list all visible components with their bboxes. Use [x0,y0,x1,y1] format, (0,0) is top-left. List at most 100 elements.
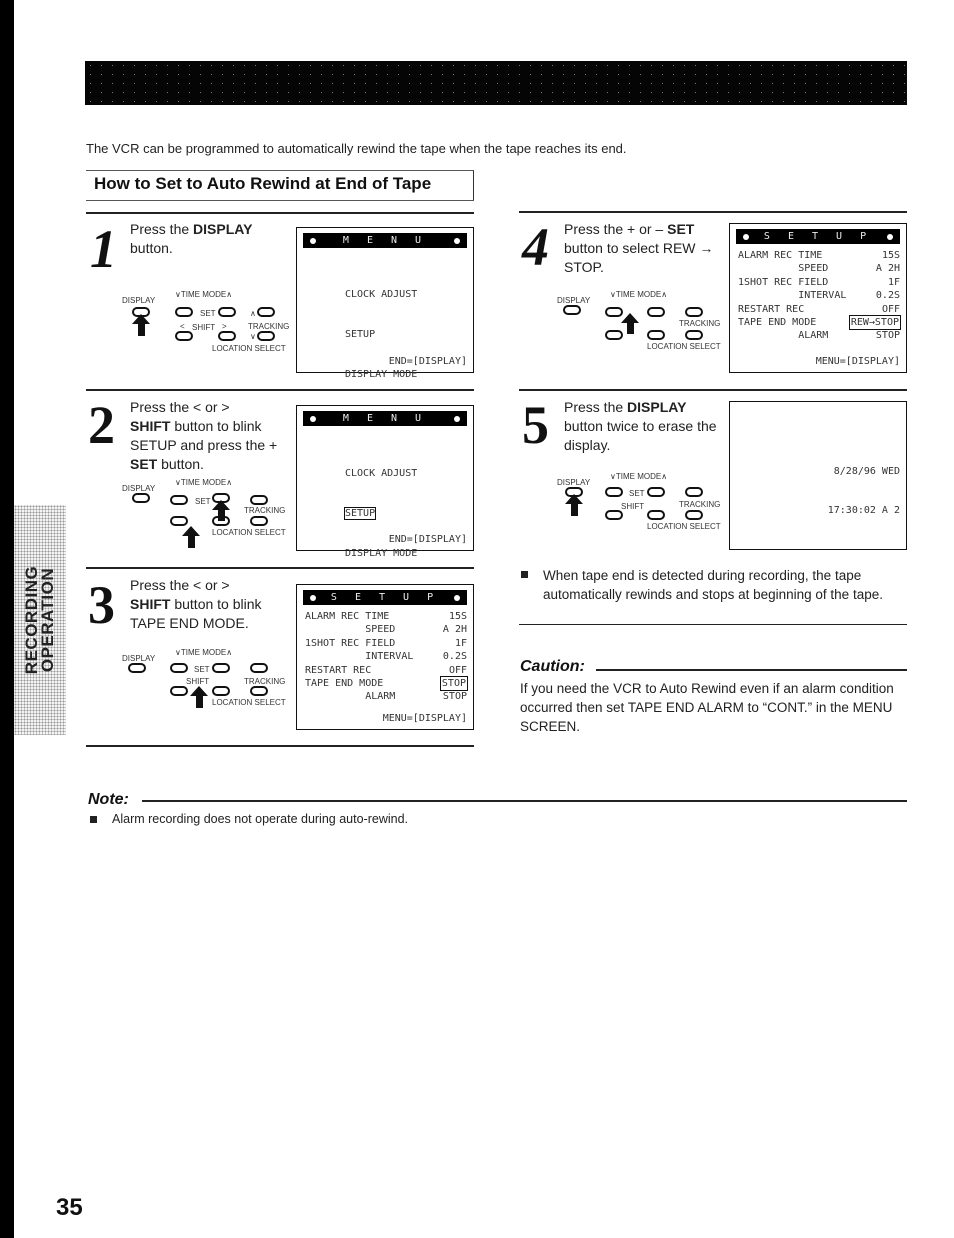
shift-left-button[interactable] [175,331,193,341]
setting-row: ALARM STOP [305,690,467,703]
text: Press the < or > [130,577,230,593]
setting-row: RESTART REC OFF [738,303,900,316]
shift-left-button[interactable] [605,510,623,520]
setup-screen: S E T U P ALARM REC TIME 15S SPEED A 2H 1S… [729,223,907,373]
setting-label: SPEED [305,624,396,636]
osd-footer: END=[DISPLAY] [388,356,467,367]
setting-row: 1SHOT REC FIELD 1F [738,276,900,289]
setting-row: ALARM STOP [738,329,900,342]
tracking-up-button[interactable] [250,495,268,505]
dot-icon [310,415,316,422]
display-label: DISPLAY [122,484,156,493]
display-label: DISPLAY [122,654,156,663]
tracking-down-button[interactable] [250,686,268,696]
setting-label: SPEED [738,263,829,275]
tracking-down-button[interactable] [685,510,703,520]
shift-right-button[interactable] [647,510,665,520]
shift-left-button[interactable] [170,686,188,696]
tracking-up-button[interactable] [685,307,703,317]
section-title: How to Set to Auto Rewind at End of Tape [86,170,474,200]
shift-label: SHIFT [186,677,210,686]
dot-icon [454,594,460,601]
display-label: DISPLAY [557,296,591,305]
step-number: 4 [522,217,549,277]
remote-control-diagram: DISPLAY ∨TIME MODE∧ SET TRACKING LOCATIO… [120,478,295,548]
osd-footer: MENU=[DISPLAY] [382,713,467,724]
text-bold: DISPLAY [627,399,687,415]
step-number: 1 [90,219,117,279]
shift-right-button[interactable] [212,686,230,696]
minus-set-button[interactable] [605,487,623,497]
info-bullet: When tape end is detected during recordi… [521,566,911,604]
plus-set-button[interactable] [647,487,665,497]
note-heading: Note: [88,791,129,808]
text: STOP. [564,259,604,275]
plus-set-button[interactable] [212,663,230,673]
press-arrow-stem [196,696,203,708]
shift-right-button[interactable] [647,330,665,340]
step-instruction: Press the < or > SHIFT button to blink SET… [130,398,310,474]
text: Press the [564,399,628,415]
display-button[interactable] [128,663,146,673]
osd-title: S E T U P [330,592,440,603]
set-label: SET [195,497,211,506]
minus-set-button[interactable] [170,663,188,673]
shift-right-button[interactable] [212,516,230,526]
minus-set-button[interactable] [170,495,188,505]
tracking-label: TRACKING [248,322,290,331]
text-bold: SHIFT [130,418,171,434]
tracking-up-button[interactable] [257,307,275,317]
press-arrow-icon [182,526,200,536]
text: Press the + or – [564,221,668,237]
menu-screen: M E N U CLOCK ADJUST SETUP DISPLAY MODE … [296,405,474,680]
date-readout: 8/28/96 WED [833,466,900,477]
note-rule [142,800,907,802]
location-select-label: LOCATION SELECT [647,522,721,531]
press-arrow-stem [571,504,578,516]
gt-label: > [222,322,227,331]
display-button[interactable] [132,493,150,503]
setting-value: 0.2S [875,290,900,302]
setup-settings: ALARM REC TIME 15S SPEED A 2H 1SHOT REC FI… [738,249,902,343]
shift-left-button[interactable] [170,516,188,526]
shift-right-button[interactable] [218,331,236,341]
dot-icon [310,594,316,601]
setting-label: 1SHOT REC FIELD [305,637,396,649]
side-tab: RECORDING OPERATION [14,505,66,735]
set-label: SET [200,309,216,318]
menu-item: CLOCK ADJUST [345,288,418,300]
divider [519,624,907,625]
down-label: ∨ [250,332,256,341]
set-label: SET [194,665,210,674]
plus-set-button[interactable] [218,307,236,317]
osd-footer: MENU=[DISPLAY] [815,356,900,367]
shift-left-button[interactable] [605,330,623,340]
divider [519,211,907,213]
setting-value: STOP [442,691,467,703]
plus-set-button[interactable] [647,307,665,317]
display-label: DISPLAY [557,478,591,487]
text: button to select REW → [564,240,714,256]
setting-label: 1SHOT REC FIELD [738,276,829,288]
location-select-label: LOCATION SELECT [647,342,721,351]
setting-value: A 2H [442,624,467,636]
caution-heading: Caution: [520,658,585,675]
tracking-down-button[interactable] [257,331,275,341]
time-mode-label: ∨TIME MODE∧ [175,478,233,487]
caution-rule [596,669,907,671]
remote-control-diagram: DISPLAY ∨TIME MODE∧ SET TRACKING SHIFT L… [555,472,730,542]
setting-label: TAPE END MODE [738,316,817,328]
display-button[interactable] [563,305,581,315]
tracking-down-button[interactable] [250,516,268,526]
set-label: SET [629,489,645,498]
text: SETUP and press the + [130,437,278,453]
press-arrow-stem [188,536,195,548]
step-number: 5 [522,395,549,455]
tracking-up-button[interactable] [685,487,703,497]
tracking-down-button[interactable] [685,330,703,340]
osd-title-bar: S E T U P [736,229,900,244]
tracking-up-button[interactable] [250,663,268,673]
side-tab-line-2: OPERATION [38,567,57,673]
page-number: 35 [56,1194,83,1221]
minus-set-button[interactable] [175,307,193,317]
